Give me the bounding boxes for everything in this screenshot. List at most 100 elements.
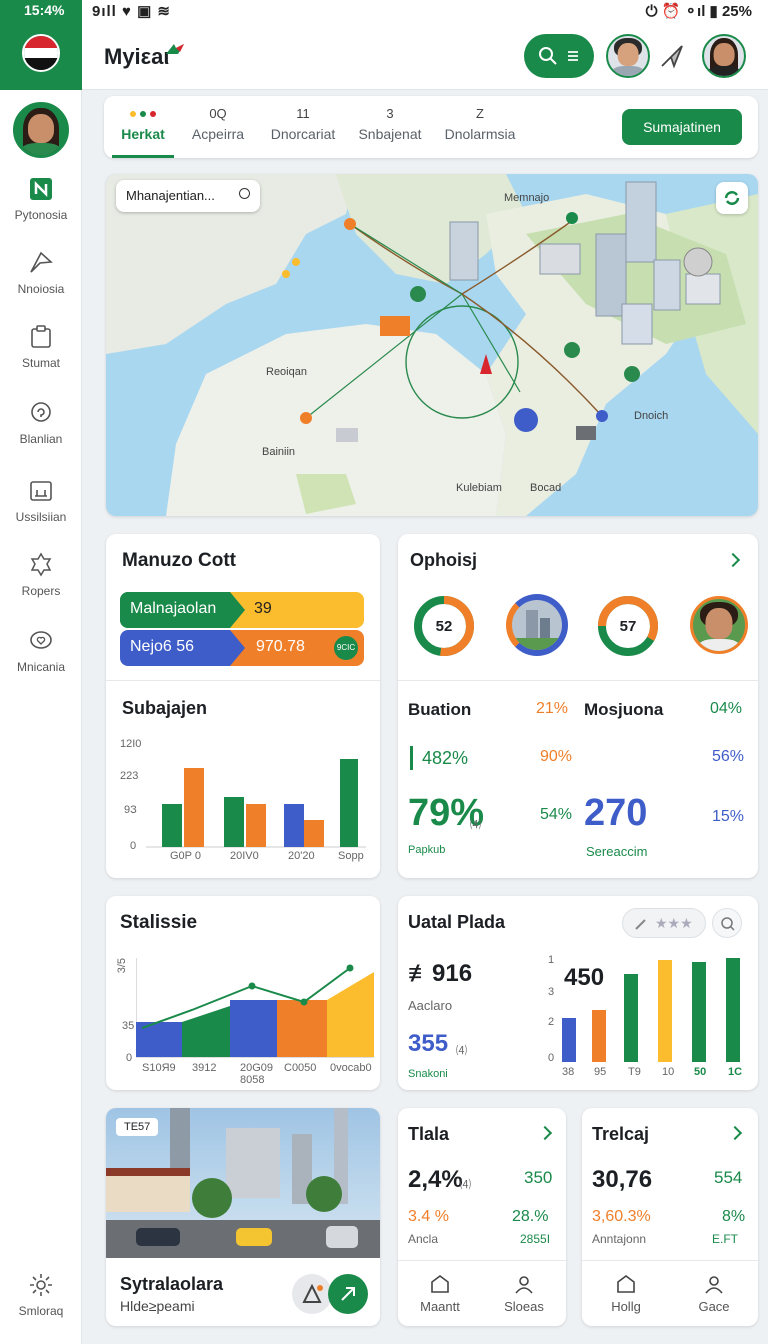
chevron-right-icon[interactable] — [537, 1125, 553, 1141]
big-metric-unit: ⑷ — [460, 1179, 471, 1191]
x-label: 20IV0 — [230, 850, 259, 862]
search-button[interactable] — [712, 908, 742, 938]
indicator-bar — [410, 746, 413, 770]
clipboard-icon — [31, 325, 51, 348]
x-label: 20'20 — [288, 850, 315, 862]
user-avatar-2[interactable] — [702, 34, 746, 78]
app-title: Myiεaι — [104, 44, 170, 69]
card-subtitle: Hlde≥peami — [120, 1298, 195, 1314]
metric-bar-value: 39 — [254, 600, 272, 617]
map-view[interactable]: Mhanajentian... Memnajo Reoiqan Bainiin … — [106, 174, 758, 516]
badge-icon — [30, 552, 52, 577]
y-tick: 0 — [548, 1052, 555, 1064]
x-label: 10 — [662, 1066, 675, 1078]
sidebar-item-nnoiosia[interactable]: Nnoiosia — [0, 250, 82, 320]
sidebar-item-ropers[interactable]: Ropers — [0, 552, 82, 622]
metric-percent: 04% — [710, 700, 743, 717]
chevron-right-icon[interactable] — [727, 1125, 743, 1141]
divider — [106, 680, 380, 681]
search-icon — [539, 47, 557, 65]
footer-action-sloeas[interactable]: Sloeas — [482, 1273, 566, 1314]
open-button[interactable] — [328, 1274, 368, 1314]
flag-icon — [22, 34, 60, 72]
stars-icon: ★★★ — [655, 915, 693, 931]
metric-percent: 3,60.3% — [592, 1208, 651, 1225]
photo-tag: TE57 — [116, 1118, 159, 1136]
map-search-text: Mhanajentian... — [126, 188, 215, 203]
tab-herkat[interactable]: Herkat — [112, 96, 174, 158]
summary-card: Manuzo Cott Malnajaolan 39 Nejo6 56 970.… — [106, 534, 380, 878]
city-photo-card[interactable]: TE57 Sytralaolara Hlde≥peami — [106, 1108, 380, 1326]
x-sublabel: 8058 — [240, 1074, 265, 1086]
sidebar-item-smloraq[interactable]: Smloraq — [0, 1272, 82, 1342]
metric-title: Mosjuona — [584, 700, 664, 719]
tab-count: 3 — [386, 106, 394, 121]
map-search-input[interactable]: Mhanajentian... — [116, 180, 260, 212]
statistics-card: Stalissie 3/5 35 0 S10Я9 3912 20G09 C005… — [106, 896, 380, 1090]
x-label: Sopp — [338, 850, 364, 862]
card-title: Sytralaolara — [120, 1274, 224, 1294]
footer-label: Gace — [698, 1299, 730, 1314]
x-label: T9 — [628, 1066, 641, 1078]
sidebar-item-label: Pytonosia — [14, 208, 68, 222]
app-logo[interactable] — [0, 22, 82, 90]
card-title: Ophoisj — [410, 550, 477, 570]
footer-action-gace[interactable]: Gace — [670, 1273, 758, 1314]
window-icon — [30, 481, 52, 501]
tab-snbajenat[interactable]: 3 Snbajenat — [354, 96, 426, 158]
send-icon — [30, 251, 53, 273]
profile-avatar[interactable] — [13, 102, 69, 158]
navigation-arrow-icon[interactable] — [658, 42, 686, 70]
metric-caption: Sereaccim — [586, 844, 648, 859]
tabs-bar: Herkat 0Q Acpeirra 11 Dnorcariat 3 Snbaj… — [104, 96, 758, 158]
status-time: 15:4% — [0, 0, 82, 22]
sidebar-item-mnicania[interactable]: Mnicania — [0, 628, 82, 698]
footer-action-maantt[interactable]: Maantt — [398, 1273, 482, 1314]
status-left-icons: 9ıll ♥ ▣ ≋ — [92, 3, 171, 20]
sidebar-item-label: Ropers — [21, 584, 61, 598]
map-refresh-button[interactable] — [716, 182, 748, 214]
tab-acpeirra[interactable]: 0Q Acpeirra — [184, 96, 252, 158]
primary-action-button[interactable]: Sumajatinen — [622, 109, 742, 145]
metric-value: 482% — [422, 748, 469, 768]
sidebar-item-pytonosia[interactable]: Pytonosia — [0, 176, 82, 246]
y-tick: 35 — [122, 1020, 135, 1032]
city-thumbnail-image — [506, 594, 568, 656]
card-footer: Maantt Sloeas — [398, 1260, 566, 1326]
trelcaj-card: Trelcaj 30,76 554 3,60.3% 8% Anntajonn E… — [582, 1108, 758, 1326]
x-label: 3912 — [192, 1062, 217, 1074]
tab-label: Dnolarmsia — [444, 126, 516, 142]
rating-filter[interactable]: ★★★ — [622, 908, 706, 938]
search-icon — [721, 917, 735, 931]
sidebar-item-blanlian[interactable]: Blanlian — [0, 400, 82, 470]
tab-label: Herkat — [121, 126, 165, 142]
search-button[interactable] — [524, 34, 594, 78]
alert-button[interactable] — [292, 1274, 332, 1314]
tab-dnolarmsia[interactable]: Z Dnolarmsia — [440, 96, 520, 158]
chevron-right-icon[interactable] — [725, 552, 741, 568]
x-label: 1C — [728, 1066, 743, 1078]
metric-percent: 21% — [536, 700, 569, 717]
card-footer: Hollg Gace — [582, 1260, 758, 1326]
tab-count: 11 — [296, 106, 310, 121]
map-label: Bocad — [530, 482, 562, 494]
sidebar-item-label: Ussilsiian — [15, 510, 67, 524]
user-icon — [515, 1276, 533, 1294]
big-metric: 355 — [408, 1030, 449, 1057]
totals-card: Uatal Plada ★★★ ≢916 Aaclaro 355 ⑷ Snako… — [398, 896, 758, 1090]
user-avatar-1[interactable] — [606, 34, 650, 78]
info-circle-icon — [31, 402, 51, 422]
top-app-bar: Myiεaι — [82, 22, 768, 90]
heart-bubble-icon — [30, 631, 52, 649]
warning-icon — [302, 1283, 323, 1303]
map-label: Bainiin — [262, 446, 296, 458]
map-label: Kulebiam — [456, 482, 502, 494]
footer-action-hollg[interactable]: Hollg — [582, 1273, 670, 1314]
sidebar-item-ussilsiian[interactable]: Ussilsiian — [0, 478, 82, 548]
side-navigation: Pytonosia Nnoiosia Stumat Blanlian Ussil… — [0, 22, 82, 1344]
tab-dnorcariat[interactable]: 11 Dnorcariat — [264, 96, 342, 158]
status-dots-icon — [128, 106, 158, 122]
metric-bar-badge: 9CIC — [334, 636, 358, 660]
tab-label: Snbajenat — [358, 126, 422, 142]
sidebar-item-stumat[interactable]: Stumat — [0, 324, 82, 394]
